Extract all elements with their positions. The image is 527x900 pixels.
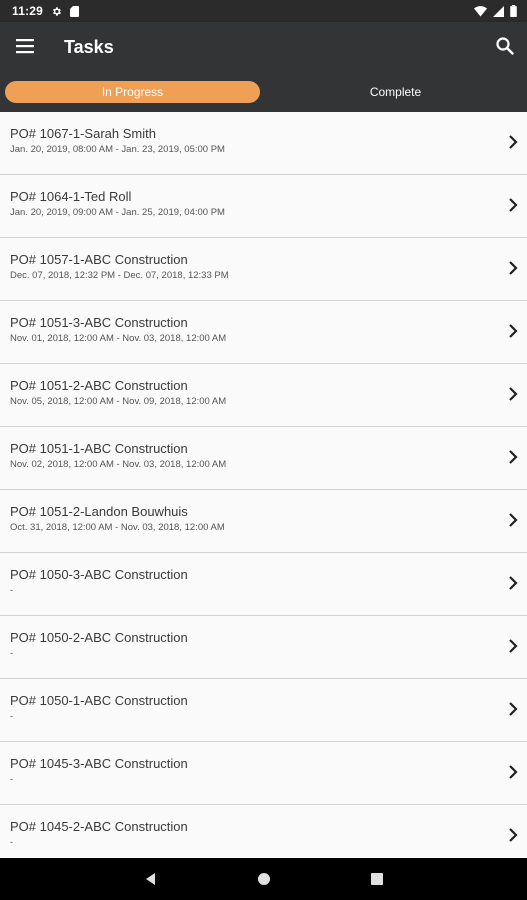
tab-complete[interactable]: Complete [264, 81, 527, 103]
task-dates: - [10, 585, 14, 596]
task-title: PO# 1067-1-Sarah Smith [10, 126, 156, 141]
task-title: PO# 1050-3-ABC Construction [10, 567, 188, 582]
task-row[interactable]: PO# 1051-3-ABC Construction Nov. 01, 201… [0, 301, 527, 364]
chevron-right-icon [509, 261, 518, 275]
task-row[interactable]: PO# 1057-1-ABC Construction Dec. 07, 201… [0, 238, 527, 301]
chevron-right-icon [509, 702, 518, 716]
task-dates: Nov. 02, 2018, 12:00 AM - Nov. 03, 2018,… [10, 459, 227, 470]
system-nav-bar [0, 858, 527, 900]
tab-in-progress[interactable]: In Progress [5, 81, 260, 103]
task-row[interactable]: PO# 1051-2-ABC Construction Nov. 05, 201… [0, 364, 527, 427]
hamburger-menu-icon[interactable] [14, 36, 36, 56]
task-title: PO# 1051-3-ABC Construction [10, 315, 188, 330]
back-icon[interactable] [143, 871, 159, 887]
task-title: PO# 1057-1-ABC Construction [10, 252, 188, 267]
settings-gear-icon [53, 6, 61, 16]
task-dates: - [10, 774, 14, 785]
task-title: PO# 1045-3-ABC Construction [10, 756, 188, 771]
task-dates: Nov. 01, 2018, 12:00 AM - Nov. 03, 2018,… [10, 333, 227, 344]
page-title: Tasks [64, 37, 114, 57]
chevron-right-icon [509, 387, 518, 401]
recents-icon[interactable] [369, 871, 385, 887]
chevron-right-icon [509, 324, 518, 338]
status-bar: 11:29 [0, 0, 527, 22]
task-title: PO# 1051-2-Landon Bouwhuis [10, 504, 188, 519]
task-dates: Dec. 07, 2018, 12:32 PM - Dec. 07, 2018,… [10, 270, 229, 281]
status-time: 11:29 [12, 4, 44, 18]
cell-signal-icon [493, 5, 504, 17]
battery-icon [510, 5, 517, 17]
chevron-right-icon [509, 198, 518, 212]
task-dates: Nov. 05, 2018, 12:00 AM - Nov. 09, 2018,… [10, 396, 227, 407]
task-dates: - [10, 837, 14, 848]
app-bar: Tasks In Progress Complete [0, 22, 527, 112]
chevron-right-icon [509, 135, 518, 149]
chevron-right-icon [509, 828, 518, 842]
task-title: PO# 1050-1-ABC Construction [10, 693, 188, 708]
task-dates: Jan. 20, 2019, 08:00 AM - Jan. 23, 2019,… [10, 144, 225, 155]
status-left: 11:29 [0, 4, 80, 18]
sd-card-icon [70, 5, 80, 17]
task-row[interactable]: PO# 1045-3-ABC Construction - [0, 742, 527, 805]
home-icon[interactable] [256, 871, 272, 887]
task-dates: Oct. 31, 2018, 12:00 AM - Nov. 03, 2018,… [10, 522, 225, 533]
tab-bar: In Progress Complete [0, 78, 527, 106]
task-row[interactable]: PO# 1050-2-ABC Construction - [0, 616, 527, 679]
wifi-icon [474, 5, 487, 16]
task-title: PO# 1064-1-Ted Roll [10, 189, 132, 204]
task-row[interactable]: PO# 1050-1-ABC Construction - [0, 679, 527, 742]
task-title: PO# 1051-2-ABC Construction [10, 378, 188, 393]
status-right [474, 5, 527, 17]
chevron-right-icon [509, 513, 518, 527]
task-row[interactable]: PO# 1045-2-ABC Construction - [0, 805, 527, 858]
search-icon[interactable] [495, 36, 515, 56]
task-row[interactable]: PO# 1051-2-Landon Bouwhuis Oct. 31, 2018… [0, 490, 527, 553]
task-dates: - [10, 648, 14, 659]
task-title: PO# 1045-2-ABC Construction [10, 819, 188, 834]
chevron-right-icon [509, 576, 518, 590]
task-title: PO# 1050-2-ABC Construction [10, 630, 188, 645]
task-title: PO# 1051-1-ABC Construction [10, 441, 188, 456]
task-row[interactable]: PO# 1067-1-Sarah Smith Jan. 20, 2019, 08… [0, 112, 527, 175]
task-row[interactable]: PO# 1050-3-ABC Construction - [0, 553, 527, 616]
chevron-right-icon [509, 639, 518, 653]
chevron-right-icon [509, 450, 518, 464]
task-list: PO# 1067-1-Sarah Smith Jan. 20, 2019, 08… [0, 112, 527, 858]
task-dates: - [10, 711, 14, 722]
chevron-right-icon [509, 765, 518, 779]
task-row[interactable]: PO# 1051-1-ABC Construction Nov. 02, 201… [0, 427, 527, 490]
task-row[interactable]: PO# 1064-1-Ted Roll Jan. 20, 2019, 09:00… [0, 175, 527, 238]
task-dates: Jan. 20, 2019, 09:00 AM - Jan. 25, 2019,… [10, 207, 225, 218]
